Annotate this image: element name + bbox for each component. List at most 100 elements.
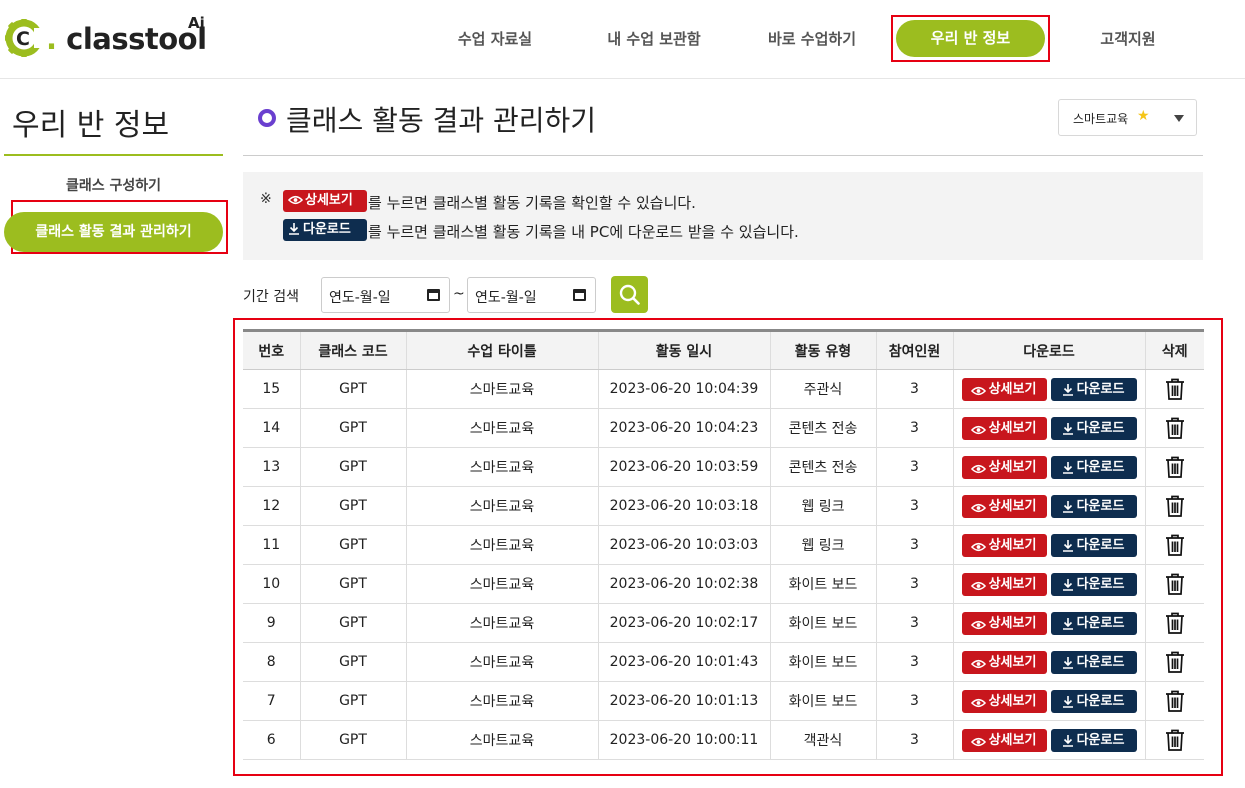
download-button[interactable]: 다운로드 [1050,455,1137,479]
end-date-input[interactable]: 연도-월-일 [467,277,596,313]
detail-view-button[interactable]: 상세보기 [961,572,1047,596]
cell-activity-type: 화이트 보드 [770,603,877,643]
table-header-row: 번호 클래스 코드 수업 타이틀 활동 일시 활동 유형 참여인원 다운로드 삭… [243,330,1204,370]
cell-activity-type: 화이트 보드 [770,681,877,721]
download-button[interactable]: 다운로드 [1050,533,1137,557]
trash-icon[interactable] [1165,612,1185,634]
cell-activity-datetime: 2023-06-20 10:02:38 [598,564,771,604]
trash-icon[interactable] [1165,417,1185,439]
cell-activity-datetime: 2023-06-20 10:01:43 [598,642,771,682]
cell-number: 11 [243,525,301,565]
detail-view-label: 상세보기 [988,381,1037,397]
detail-view-button[interactable]: 상세보기 [961,377,1047,401]
download-button[interactable]: 다운로드 [1050,611,1137,635]
eye-icon [970,698,986,707]
detail-view-button[interactable]: 상세보기 [961,533,1047,557]
header-activity-type: 활동 유형 [770,330,877,370]
download-button[interactable]: 다운로드 [1050,689,1137,713]
trash-icon[interactable] [1165,378,1185,400]
detail-view-label: 상세보기 [988,693,1037,709]
cell-class-code: GPT [300,408,407,448]
download-button[interactable]: 다운로드 [1050,494,1137,518]
detail-view-button[interactable]: 상세보기 [961,689,1047,713]
trash-icon[interactable] [1165,456,1185,478]
chevron-down-icon [1174,115,1184,122]
cell-activity-type: 웹 링크 [770,525,877,565]
nav-start-class[interactable]: 바로 수업하기 [756,26,868,52]
header-lesson-title: 수업 타이틀 [406,330,599,370]
download-icon [1062,461,1073,474]
cell-download-actions: 상세보기 다운로드 [953,603,1146,643]
cell-class-code: GPT [300,681,407,721]
cell-number: 13 [243,447,301,487]
sidebar-item-activity-results[interactable]: 클래스 활동 결과 관리하기 [4,212,223,252]
download-label: 다운로드 [1076,420,1125,436]
trash-icon[interactable] [1165,573,1185,595]
cell-participants: 3 [876,369,954,409]
nav-our-class-info[interactable]: 우리 반 정보 [896,20,1045,57]
cell-activity-datetime: 2023-06-20 10:03:18 [598,486,771,526]
cell-download-actions: 상세보기 다운로드 [953,720,1146,760]
download-chip-label: 다운로드 [303,222,351,237]
cell-delete [1145,681,1204,721]
cell-delete [1145,564,1204,604]
download-button[interactable]: 다운로드 [1050,728,1137,752]
detail-view-button[interactable]: 상세보기 [961,611,1047,635]
search-button[interactable] [611,276,648,313]
cell-participants: 3 [876,408,954,448]
cell-participants: 3 [876,486,954,526]
detail-view-button[interactable]: 상세보기 [961,455,1047,479]
cell-class-code: GPT [300,642,407,682]
cell-delete [1145,720,1204,760]
detail-view-button[interactable]: 상세보기 [961,494,1047,518]
download-chip: 다운로드 [283,219,367,241]
start-date-input[interactable]: 연도-월-일 [321,277,450,313]
table-row: 13 GPT 스마트교육 2023-06-20 10:03:59 콘텐츠 전송 3 상세보기… [243,447,1204,487]
download-button[interactable]: 다운로드 [1050,572,1137,596]
detail-view-button[interactable]: 상세보기 [961,416,1047,440]
header-class-code: 클래스 코드 [300,330,407,370]
cell-number: 12 [243,486,301,526]
start-date-placeholder: 연도-월-일 [329,290,391,306]
trash-icon[interactable] [1165,690,1185,712]
cell-activity-datetime: 2023-06-20 10:04:39 [598,369,771,409]
download-button[interactable]: 다운로드 [1050,650,1137,674]
nav-customer-support[interactable]: 고객지원 [1088,26,1168,52]
download-label: 다운로드 [1076,537,1125,553]
cell-download-actions: 상세보기 다운로드 [953,564,1146,604]
detail-view-label: 상세보기 [988,537,1037,553]
download-button[interactable]: 다운로드 [1050,416,1137,440]
cell-activity-datetime: 2023-06-20 10:03:59 [598,447,771,487]
nav-my-class-storage[interactable]: 내 수업 보관함 [595,26,713,52]
classtool-logo[interactable]: C . classtool Ai [4,14,214,62]
page-title: 클래스 활동 결과 관리하기 [286,104,597,137]
trash-icon[interactable] [1165,651,1185,673]
trash-icon[interactable] [1165,534,1185,556]
class-select-dropdown[interactable]: 스마트교육 ★ [1058,99,1197,136]
download-label: 다운로드 [1076,732,1125,748]
cell-activity-type: 화이트 보드 [770,564,877,604]
detail-view-label: 상세보기 [988,732,1037,748]
download-icon [1062,422,1073,435]
cell-number: 9 [243,603,301,643]
calendar-icon[interactable] [573,289,586,301]
table-row: 6 GPT 스마트교육 2023-06-20 10:00:11 객관식 3 상세보기 다운로드 [243,720,1204,760]
period-search-label: 기간 검색 [243,289,299,305]
calendar-icon[interactable] [427,289,440,301]
cell-activity-datetime: 2023-06-20 10:00:11 [598,720,771,760]
cell-participants: 3 [876,564,954,604]
cell-number: 14 [243,408,301,448]
cell-activity-datetime: 2023-06-20 10:02:17 [598,603,771,643]
date-range-separator: ~ [453,286,465,302]
detail-view-button[interactable]: 상세보기 [961,728,1047,752]
table-row: 14 GPT 스마트교육 2023-06-20 10:04:23 콘텐츠 전송 3 상세보기… [243,408,1204,448]
cell-activity-datetime: 2023-06-20 10:04:23 [598,408,771,448]
download-button[interactable]: 다운로드 [1050,377,1137,401]
table-row: 15 GPT 스마트교육 2023-06-20 10:04:39 주관식 3 상세보기 다운로… [243,369,1204,409]
download-icon [289,223,299,235]
sidebar-item-class-setup[interactable]: 클래스 구성하기 [4,175,223,195]
trash-icon[interactable] [1165,729,1185,751]
nav-class-materials[interactable]: 수업 자료실 [440,26,550,52]
detail-view-button[interactable]: 상세보기 [961,650,1047,674]
trash-icon[interactable] [1165,495,1185,517]
